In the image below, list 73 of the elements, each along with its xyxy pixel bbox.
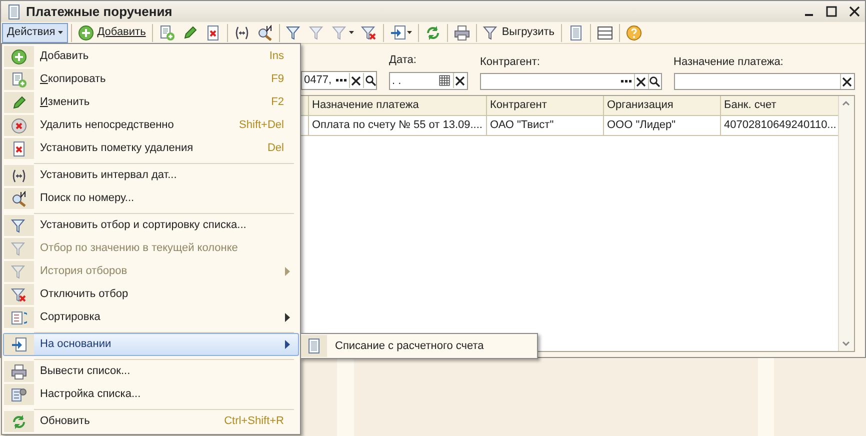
plus-circle-icon	[11, 48, 27, 64]
menu-item[interactable]: Установить пометку удаления Del	[3, 137, 299, 160]
clear-icon[interactable]	[636, 76, 646, 86]
shortcut-label: F9	[271, 72, 284, 88]
ellipsis-icon[interactable]	[336, 79, 347, 82]
calendar-icon[interactable]	[438, 74, 451, 88]
search-number-icon	[11, 190, 27, 206]
menu-item[interactable]: Скопировать F9	[3, 68, 299, 91]
table-cell: ООО "Лидер"	[603, 116, 720, 135]
funnel-icon	[11, 240, 27, 256]
search-icon[interactable]	[649, 76, 660, 87]
shortcut-label: F2	[271, 95, 284, 110]
scrollbar[interactable]	[838, 96, 854, 351]
printer-icon	[11, 364, 27, 380]
table-cell: 40702810649240110...	[720, 116, 837, 135]
menu-item[interactable]: На основании	[3, 333, 299, 356]
menu-item[interactable]: Установить отбор и сортировку списка...	[3, 214, 299, 237]
menu-item[interactable]: Изменить F2	[3, 91, 299, 114]
plus-circle-icon	[78, 24, 94, 40]
funnel-cross-icon	[11, 286, 27, 302]
table-cell: Оплата по счету № 55 от 13.09....	[308, 116, 486, 135]
export-button[interactable]: Выгрузить	[480, 22, 558, 42]
menu-item[interactable]: Списание с расчетного счета	[301, 335, 537, 357]
clear-icon[interactable]	[455, 76, 465, 86]
filter-field[interactable]: 0477,	[301, 71, 377, 90]
column-header[interactable]: Назначение платежа	[308, 96, 486, 115]
column-header[interactable]: Организация	[603, 96, 720, 115]
maximize-icon[interactable]	[826, 6, 837, 17]
filter-field[interactable]	[480, 73, 662, 90]
menu-item[interactable]: Вывести список...	[3, 360, 299, 383]
clear-icon[interactable]	[351, 76, 361, 86]
delete-circle-icon	[11, 118, 27, 134]
menu-item[interactable]: Сортировка	[3, 306, 299, 329]
column-header[interactable]: Банк. счет	[720, 96, 837, 115]
menu-item[interactable]: Удалить непосредственно Shift+Del	[3, 114, 299, 137]
filter-field[interactable]: . .	[389, 72, 468, 90]
filter-label: Дата:	[389, 53, 418, 68]
ellipsis-icon[interactable]	[620, 80, 632, 83]
menu-item[interactable]: Настройка списка...	[3, 383, 299, 406]
caret-icon	[58, 31, 64, 34]
copy-document-icon	[11, 72, 27, 88]
list-settings-icon	[11, 386, 27, 402]
filter-label: Назначение платежа:	[674, 54, 784, 70]
menu-item[interactable]: Отключить отбор	[3, 283, 299, 306]
funnel-list-icon	[11, 264, 27, 280]
clear-icon[interactable]	[842, 76, 852, 86]
date-range-icon	[11, 168, 27, 184]
menu-item[interactable]: Поиск по номеру...	[3, 187, 299, 210]
table-cell: ОАО "Твист"	[486, 116, 603, 135]
shortcut-label: Ctrl+Shift+R	[224, 414, 284, 430]
filter-label: Контрагент:	[480, 54, 541, 70]
shortcut-label: Ins	[269, 49, 284, 64]
search-icon[interactable]	[364, 75, 376, 86]
menu-item[interactable]: Добавить Ins	[3, 45, 299, 68]
document-arrow-icon	[11, 336, 27, 352]
menu-item[interactable]: Обновить Ctrl+Shift+R	[3, 410, 299, 433]
shortcut-label: Del	[267, 141, 284, 156]
close-icon[interactable]	[849, 6, 860, 17]
funnel-sort-icon	[11, 218, 27, 234]
pencil-icon	[11, 94, 27, 110]
shortcut-label: Shift+Del	[239, 118, 284, 134]
document-icon	[6, 4, 22, 20]
refresh-icon	[11, 414, 27, 430]
filter-field[interactable]	[674, 73, 855, 90]
add-button[interactable]: Добавить	[75, 22, 149, 42]
actions-menu-button[interactable]: Действия	[2, 22, 68, 42]
column-header[interactable]: Контрагент	[486, 96, 603, 115]
document-icon	[306, 338, 322, 354]
document-cross-icon	[11, 140, 27, 156]
funnel-icon	[482, 24, 499, 40]
sort-icon	[11, 310, 27, 326]
window-title: Платежные поручения	[26, 2, 172, 21]
menu-item[interactable]: Установить интервал дат...	[3, 164, 299, 187]
